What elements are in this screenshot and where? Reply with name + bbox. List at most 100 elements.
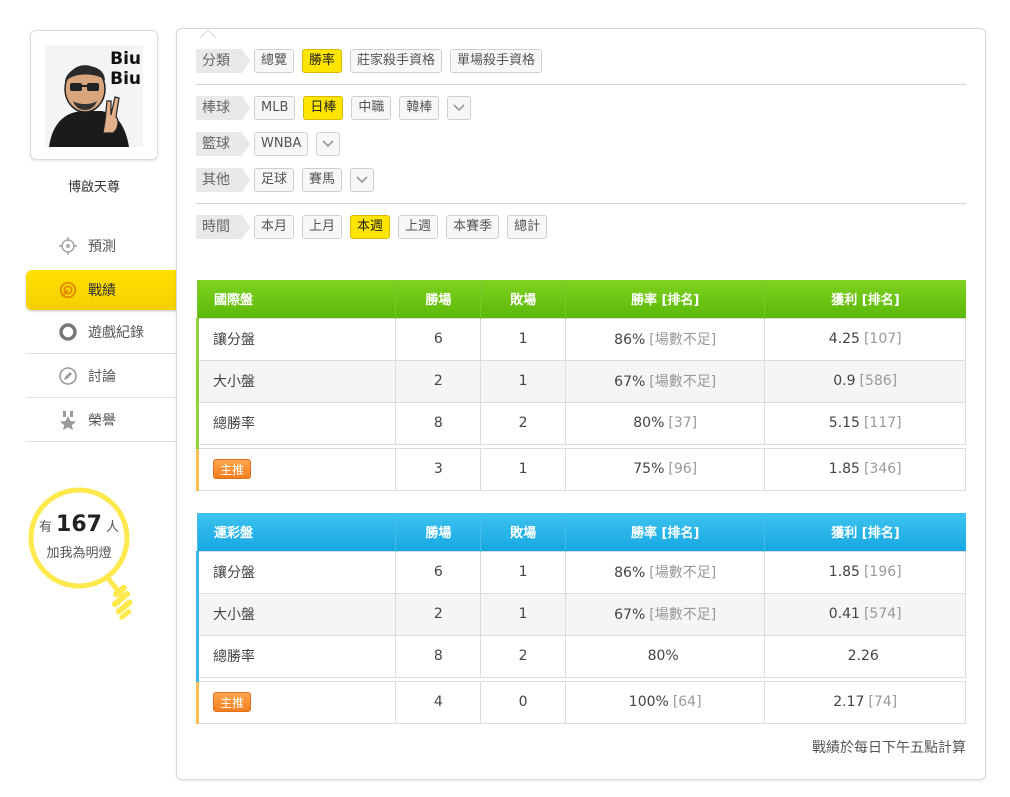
- rate-cell: 86% [場數不足]: [564, 317, 766, 361]
- rate-value: 100%: [628, 694, 669, 710]
- chip-wnba[interactable]: WNBA: [254, 132, 309, 156]
- tip-row: 主推 3 1 75% [96] 1.85 [346]: [195, 447, 966, 491]
- profit-value: 0.41: [828, 606, 860, 622]
- profit-value: 2.17: [833, 694, 865, 710]
- row-name: 總勝率: [195, 401, 397, 445]
- profit-value: 1.85: [828, 564, 860, 580]
- rate-value: 86%: [614, 332, 646, 348]
- win-cell: 8: [395, 634, 482, 678]
- sidebar-item-predict[interactable]: 預測: [26, 226, 176, 266]
- avatar-caption: Biu Biu: [110, 49, 141, 89]
- sidebar-item-honor[interactable]: 榮譽: [26, 398, 176, 442]
- rate-value: 86%: [614, 565, 646, 581]
- panel-notch: [200, 29, 216, 38]
- chip-this-season[interactable]: 本賽季: [446, 215, 500, 239]
- time-label: 時間: [196, 215, 250, 239]
- col-header: 敗場: [480, 280, 566, 318]
- table-header: 運彩盤 勝場 敗場 勝率 [排名] 獲利 [排名]: [196, 513, 966, 551]
- baseball-more-dropdown[interactable]: [447, 96, 472, 120]
- win-cell: 6: [395, 317, 482, 361]
- rate-cell: 75% [96]: [564, 447, 766, 491]
- avatar-caption-line1: Biu: [110, 49, 141, 69]
- lose-cell: 1: [480, 447, 566, 491]
- lose-cell: 1: [480, 592, 566, 636]
- rate-rank: [96]: [668, 461, 698, 477]
- rate-cell: 80% [37]: [564, 401, 766, 445]
- sidebar-item-game-log[interactable]: 遊戲紀錄: [26, 310, 176, 354]
- row-name: 總勝率: [195, 634, 397, 678]
- sidebar-item-label: 遊戲紀錄: [88, 324, 144, 341]
- chip-horse-racing[interactable]: 賽馬: [302, 168, 343, 192]
- lose-cell: 1: [480, 550, 566, 594]
- row-name: 主推: [195, 447, 397, 491]
- rate-value: 80%: [647, 648, 679, 664]
- table-row: 總勝率 8 2 80% [37] 5.15 [117]: [195, 401, 966, 445]
- chip-kbo[interactable]: 韓棒: [399, 96, 440, 120]
- rate-rank: [場數不足]: [649, 565, 717, 581]
- chip-total[interactable]: 總計: [507, 215, 548, 239]
- win-cell: 2: [395, 592, 482, 636]
- table-row: 大小盤 2 1 67% [場數不足] 0.9 [586]: [195, 359, 966, 403]
- profit-cell: 1.85 [346]: [764, 447, 966, 491]
- table-row: 讓分盤 6 1 86% [場數不足] 4.25 [107]: [195, 317, 966, 361]
- time-filter: 時間 本月 上月 本週 上週 本賽季 總計: [196, 215, 555, 239]
- profit-rank: [74]: [868, 694, 898, 710]
- avatar[interactable]: Biu Biu: [45, 45, 143, 147]
- basketball-filter: 籃球 WNBA: [196, 132, 348, 156]
- row-name: 大小盤: [195, 359, 397, 403]
- win-cell: 3: [395, 447, 482, 491]
- rate-value: 67%: [614, 374, 646, 390]
- col-header: 敗場: [480, 513, 566, 551]
- lottery-table: 運彩盤 勝場 敗場 勝率 [排名] 獲利 [排名] 讓分盤 6 1 86% [場數…: [195, 513, 966, 724]
- chip-last-week[interactable]: 上週: [398, 215, 439, 239]
- sidebar-item-label: 討論: [88, 368, 116, 385]
- chip-single-game-killer[interactable]: 單場殺手資格: [450, 49, 543, 73]
- col-header: 國際盤: [196, 280, 396, 318]
- chip-bookie-killer[interactable]: 莊家殺手資格: [350, 49, 443, 73]
- tip-badge: 主推: [213, 459, 252, 479]
- chip-overview[interactable]: 總覽: [254, 49, 295, 73]
- profit-cell: 2.17 [74]: [764, 680, 966, 724]
- follow-label[interactable]: 加我為明燈: [26, 542, 132, 561]
- profit-rank: [117]: [863, 415, 902, 431]
- table-row: 讓分盤 6 1 86% [場數不足] 1.85 [196]: [195, 550, 966, 594]
- rate-cell: 67% [場數不足]: [564, 359, 766, 403]
- rate-rank: [37]: [668, 415, 698, 431]
- table-row: 大小盤 2 1 67% [場數不足] 0.41 [574]: [195, 592, 966, 636]
- profit-cell: 0.9 [586]: [764, 359, 966, 403]
- profit-value: 5.15: [828, 415, 860, 431]
- lose-cell: 2: [480, 634, 566, 678]
- basketball-more-dropdown[interactable]: [316, 132, 341, 156]
- chip-cpbl[interactable]: 中職: [351, 96, 392, 120]
- lose-cell: 1: [480, 317, 566, 361]
- col-header: 勝場: [395, 280, 481, 318]
- username[interactable]: 博啟天尊: [30, 176, 158, 195]
- rate-cell: 67% [場數不足]: [564, 592, 766, 636]
- profit-cell: 2.26: [764, 634, 966, 678]
- sidebar-item-label: 戰績: [88, 283, 116, 299]
- other-more-dropdown[interactable]: [350, 168, 375, 192]
- win-cell: 6: [395, 550, 482, 594]
- sidebar-item-discussion[interactable]: 討論: [26, 354, 176, 398]
- rate-value: 67%: [614, 607, 646, 623]
- divider: [196, 203, 966, 204]
- lose-cell: 0: [480, 680, 566, 724]
- rate-cell: 80%: [564, 634, 766, 678]
- chevron-down-icon: [453, 104, 466, 112]
- chip-this-month[interactable]: 本月: [254, 215, 295, 239]
- chip-this-week[interactable]: 本週: [350, 215, 391, 239]
- row-name: 主推: [195, 680, 397, 724]
- chip-soccer[interactable]: 足球: [254, 168, 295, 192]
- profit-rank: [196]: [863, 564, 902, 580]
- chip-win-rate[interactable]: 勝率: [302, 49, 343, 73]
- tip-row: 主推 4 0 100% [64] 2.17 [74]: [195, 680, 966, 724]
- sidebar-item-record[interactable]: 戰績: [26, 270, 196, 310]
- chip-npb[interactable]: 日棒: [303, 96, 344, 120]
- col-header: 勝率 [排名]: [564, 280, 765, 318]
- chip-mlb[interactable]: MLB: [254, 96, 296, 120]
- chip-last-month[interactable]: 上月: [302, 215, 343, 239]
- profit-cell: 0.41 [574]: [764, 592, 966, 636]
- rate-cell: 100% [64]: [564, 680, 766, 724]
- category-label: 分類: [196, 49, 250, 73]
- category-filter: 分類 總覽 勝率 莊家殺手資格 單場殺手資格: [196, 49, 550, 73]
